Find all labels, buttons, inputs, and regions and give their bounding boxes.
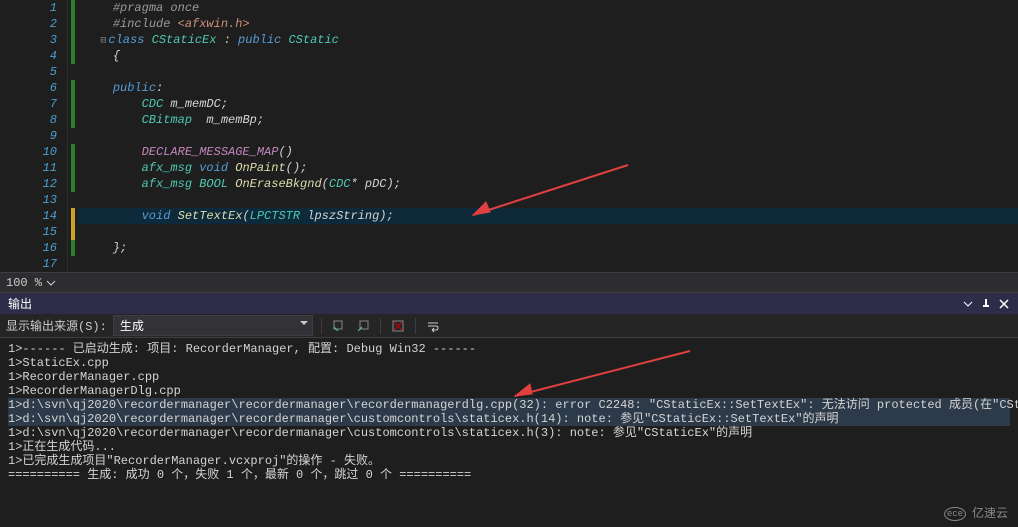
output-panel-title: 输出 bbox=[8, 295, 32, 312]
output-toolbar: 显示输出来源(S): 生成 bbox=[0, 314, 1018, 338]
output-panel-header: 输出 bbox=[0, 292, 1018, 314]
close-icon[interactable] bbox=[998, 298, 1010, 310]
chevron-down-icon bbox=[46, 278, 56, 288]
word-wrap-icon[interactable] bbox=[424, 317, 442, 335]
pin-icon[interactable] bbox=[980, 298, 992, 310]
line-gutter: 1234567891011121314151617 bbox=[0, 0, 68, 272]
watermark-text: 亿速云 bbox=[972, 507, 1008, 521]
output-source-dropdown[interactable]: 生成 bbox=[113, 315, 313, 336]
output-note-line[interactable]: 1>d:\svn\qj2020\recordermanager\recorder… bbox=[8, 412, 1010, 426]
clear-icon[interactable] bbox=[389, 317, 407, 335]
zoom-value: 100 % bbox=[6, 276, 42, 290]
code-editor[interactable]: 1234567891011121314151617 #pragma once #… bbox=[0, 0, 1018, 272]
separator bbox=[380, 318, 381, 334]
annotation-arrow-icon bbox=[500, 346, 700, 406]
watermark: ece 亿速云 bbox=[944, 507, 1008, 521]
change-indicator-strip bbox=[68, 0, 78, 272]
zoom-bar: 100 % bbox=[0, 272, 1018, 292]
output-body[interactable]: 1>------ 已启动生成: 项目: RecorderManager, 配置:… bbox=[0, 338, 1018, 527]
dropdown-icon[interactable] bbox=[962, 298, 974, 310]
output-line: 1>正在生成代码... bbox=[8, 440, 1010, 454]
output-source-label: 显示输出来源(S): bbox=[6, 317, 107, 334]
output-line: ========== 生成: 成功 0 个，失败 1 个，最新 0 个，跳过 0… bbox=[8, 468, 1010, 482]
separator bbox=[321, 318, 322, 334]
output-line: 1>已完成生成项目"RecorderManager.vcxproj"的操作 - … bbox=[8, 454, 1010, 468]
go-to-next-icon[interactable] bbox=[354, 317, 372, 335]
zoom-dropdown[interactable]: 100 % bbox=[6, 276, 56, 290]
code-body[interactable]: #pragma once #include <afxwin.h> ⊟class … bbox=[78, 0, 1018, 272]
separator bbox=[415, 318, 416, 334]
watermark-logo-icon: ece bbox=[944, 507, 966, 521]
output-note-line[interactable]: 1>d:\svn\qj2020\recordermanager\recorder… bbox=[8, 426, 1010, 440]
go-to-prev-icon[interactable] bbox=[330, 317, 348, 335]
